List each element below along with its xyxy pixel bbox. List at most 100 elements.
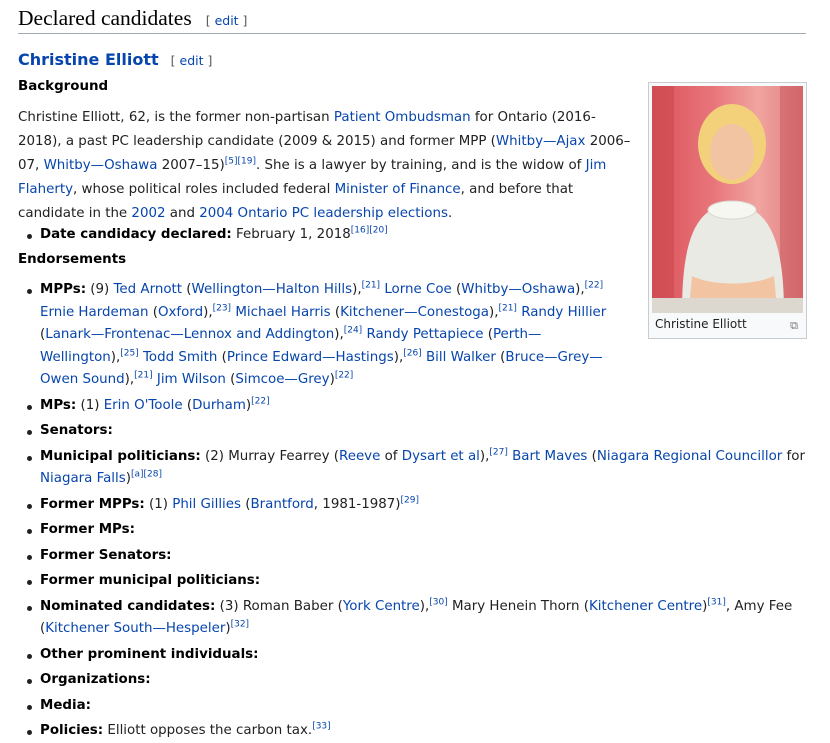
bio-text: , whose political roles included federal xyxy=(73,182,335,197)
bio-text: . She is a lawyer by training, and is th… xyxy=(255,158,586,173)
municipal-label: Municipal politicians: xyxy=(40,448,201,464)
nominated-label: Nominated candidates: xyxy=(40,598,216,614)
former-municipal-label: Former municipal politicians: xyxy=(40,573,261,588)
former-senators-label: Former Senators: xyxy=(40,547,172,563)
mpps-label: MPPs: xyxy=(40,282,87,297)
link-ted-arnott[interactable]: Ted Arnott xyxy=(114,282,183,297)
count: (2) Murray Fearrey ( xyxy=(200,448,339,464)
count: (9) xyxy=(86,282,114,297)
link-kitchener-centre[interactable]: Kitchener Centre xyxy=(589,599,702,614)
list-item-mps: MPs: (1) Erin O'Toole (Durham)[22] xyxy=(18,395,808,418)
enlarge-icon[interactable]: ⧉ xyxy=(790,319,798,333)
link-regional-councillor[interactable]: Niagara Regional Councillor xyxy=(597,449,782,464)
ref[interactable]: [22] xyxy=(585,281,603,291)
ref[interactable]: [23] xyxy=(213,303,231,313)
link-dysart[interactable]: Dysart et al xyxy=(402,449,480,464)
ref[interactable]: [a][28] xyxy=(131,470,162,480)
section-edit-link[interactable]: edit xyxy=(215,13,239,28)
link-riding[interactable]: Simcoe—Grey xyxy=(235,372,329,387)
bio-text: and xyxy=(165,206,200,221)
list-item-mpps: MPPs: (9) Ted Arnott (Wellington—Halton … xyxy=(18,279,608,392)
ref[interactable]: [24] xyxy=(344,326,362,336)
link-randy-hillier[interactable]: Randy Hillier xyxy=(521,305,606,320)
mps-label: MPs: xyxy=(40,397,77,413)
list-item-former-municipal: Former municipal politicians: xyxy=(18,570,808,593)
list-item-other: Other prominent individuals: xyxy=(18,644,808,667)
link-york-centre[interactable]: York Centre xyxy=(343,599,420,614)
link-minister-of-finance[interactable]: Minister of Finance xyxy=(335,182,461,197)
orgs-label: Organizations: xyxy=(40,672,151,687)
ref[interactable]: [30] xyxy=(429,597,447,607)
link-reeve[interactable]: Reeve xyxy=(339,449,380,464)
list-item-senators: Senators: xyxy=(18,420,808,443)
link-bill-walker[interactable]: Bill Walker xyxy=(426,350,496,365)
ref[interactable]: [29] xyxy=(401,495,419,505)
link-riding[interactable]: Brantford xyxy=(250,497,313,512)
senators-label: Senators: xyxy=(40,423,113,438)
ref[interactable]: [22] xyxy=(335,371,353,381)
link-phil-gillies[interactable]: Phil Gillies xyxy=(172,497,241,512)
ref[interactable]: [25] xyxy=(120,348,138,358)
ref[interactable]: [32] xyxy=(231,620,249,630)
text: for xyxy=(782,448,805,464)
ref[interactable]: [26] xyxy=(403,348,421,358)
link-jim-wilson[interactable]: Jim Wilson xyxy=(157,372,226,387)
bio-text: Christine Elliott, 62, is the former non… xyxy=(18,110,334,125)
ref[interactable]: [21] xyxy=(362,281,380,291)
list-item-media: Media: xyxy=(18,695,808,718)
portrait-illustration xyxy=(652,86,803,313)
declared-value: February 1, 2018 xyxy=(231,227,351,242)
link-bart-maves[interactable]: Bart Maves xyxy=(512,449,587,464)
bio-text: 2007–15) xyxy=(157,158,225,173)
list-item-municipal: Municipal politicians: (2) Murray Fearre… xyxy=(18,446,810,491)
link-michael-harris[interactable]: Michael Harris xyxy=(235,305,330,320)
link-riding[interactable]: Lanark—Frontenac—Lennox and Addington xyxy=(45,327,334,342)
candidate-edit: [ edit ] xyxy=(170,53,213,68)
declared-list: Date candidacy declared: February 1, 201… xyxy=(18,224,628,247)
link-ernie-hardeman[interactable]: Ernie Hardeman xyxy=(40,305,148,320)
link-riding[interactable]: Oxford xyxy=(158,305,203,320)
section-title: Declared candidates xyxy=(18,6,192,30)
list-item-nominated: Nominated candidates: (3) Roman Baber (Y… xyxy=(18,596,810,641)
link-niagara-falls[interactable]: Niagara Falls xyxy=(40,471,126,486)
thumbnail-caption: Christine Elliott xyxy=(655,317,747,331)
count: (1) xyxy=(76,397,104,413)
ref[interactable]: [16][20] xyxy=(351,226,388,236)
link-riding[interactable]: Prince Edward—Hastings xyxy=(227,350,394,365)
link-kitchener-south[interactable]: Kitchener South—Hespeler xyxy=(45,621,225,636)
link-2004-leadership[interactable]: 2004 Ontario PC leadership elections xyxy=(199,206,448,221)
ref[interactable]: [31] xyxy=(707,597,725,607)
count: (1) xyxy=(144,496,173,512)
link-riding[interactable]: Whitby—Oshawa xyxy=(461,282,575,297)
link-todd-smith[interactable]: Todd Smith xyxy=(143,350,217,365)
ref[interactable]: [27] xyxy=(489,447,507,457)
link-whitby-ajax[interactable]: Whitby—Ajax xyxy=(496,134,586,149)
declared-label: Date candidacy declared: xyxy=(40,227,232,242)
former-mpps-label: Former MPPs: xyxy=(40,496,145,512)
candidate-thumbnail: Christine Elliott ⧉ xyxy=(648,82,807,339)
ref[interactable]: [5][19] xyxy=(225,157,256,167)
endorsements-heading: Endorsements xyxy=(18,252,127,267)
link-lorne-coe[interactable]: Lorne Coe xyxy=(384,282,451,297)
candidate-photo[interactable] xyxy=(652,86,803,313)
ref[interactable]: [21] xyxy=(498,303,516,313)
former-mps-label: Former MPs: xyxy=(40,522,135,537)
link-riding[interactable]: Wellington—Halton Hills xyxy=(192,282,353,297)
link-riding[interactable]: Kitchener—Conestoga xyxy=(340,305,489,320)
link-erin-otoole[interactable]: Erin O'Toole xyxy=(104,398,183,413)
text: Mary Henein Thorn ( xyxy=(447,598,590,614)
media-label: Media: xyxy=(40,697,91,713)
link-patient-ombudsman[interactable]: Patient Ombudsman xyxy=(334,110,471,125)
policies-label: Policies: xyxy=(40,723,104,738)
ref[interactable]: [22] xyxy=(251,396,269,406)
link-whitby-oshawa[interactable]: Whitby—Oshawa xyxy=(44,158,158,173)
ref[interactable]: [21] xyxy=(134,371,152,381)
link-2002[interactable]: 2002 xyxy=(131,206,165,221)
candidate-edit-link[interactable]: edit xyxy=(180,53,204,68)
text: Elliott opposes the carbon tax. xyxy=(103,723,313,738)
list-item-former-senators: Former Senators: xyxy=(18,545,808,568)
link-randy-pettapiece[interactable]: Randy Pettapiece xyxy=(366,327,483,342)
candidate-heading: Christine Elliott [ edit ] xyxy=(18,50,212,69)
other-label: Other prominent individuals: xyxy=(40,646,259,662)
link-riding[interactable]: Durham xyxy=(192,398,246,413)
